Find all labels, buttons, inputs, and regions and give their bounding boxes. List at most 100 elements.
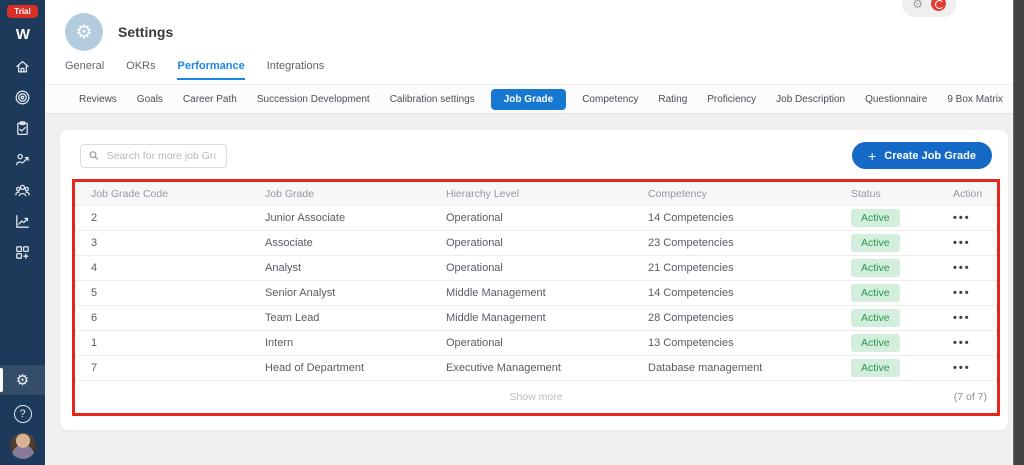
cell-action: ••• bbox=[953, 312, 997, 324]
row-actions-button[interactable]: ••• bbox=[953, 237, 971, 249]
subtab-job-grade[interactable]: Job Grade bbox=[490, 88, 567, 110]
plus-icon: + bbox=[868, 147, 877, 164]
row-actions-button[interactable]: ••• bbox=[953, 337, 971, 349]
cell-competency: Database management bbox=[648, 362, 763, 374]
content-area: + Create Job Grade Job Grade CodeJob Gra… bbox=[45, 114, 1013, 465]
user-avatar[interactable] bbox=[9, 433, 36, 459]
settings-gear-icon[interactable]: ⚙ bbox=[0, 365, 45, 395]
cell-competency: 21 Competencies bbox=[648, 262, 734, 274]
help-icon[interactable]: ? bbox=[13, 405, 32, 423]
tasks-clipboard-icon[interactable] bbox=[14, 120, 31, 137]
cell-hierarchy-level: Operational bbox=[446, 237, 503, 249]
quick-actions-pill[interactable]: ⚙ bbox=[902, 0, 956, 17]
subtab-competency[interactable]: Competency bbox=[572, 94, 648, 105]
row-actions-button[interactable]: ••• bbox=[953, 312, 971, 324]
cell-hierarchy-level: Operational bbox=[446, 212, 503, 224]
trial-badge: Trial bbox=[7, 5, 38, 18]
tab-performance[interactable]: Performance bbox=[177, 60, 245, 80]
cell-job-grade-code: 4 bbox=[91, 262, 98, 274]
table-row: 5 Senior Analyst Middle Management 14 Co… bbox=[75, 280, 997, 305]
cell-job-grade: Intern bbox=[265, 337, 294, 349]
cell-competency: 13 Competencies bbox=[648, 337, 734, 349]
cell-status: Active bbox=[851, 259, 953, 277]
subtab-rating[interactable]: Rating bbox=[648, 94, 697, 105]
cell-status: Active bbox=[851, 309, 953, 327]
cell-status: Active bbox=[851, 234, 953, 252]
subtab-calibration-settings[interactable]: Calibration settings bbox=[380, 94, 485, 105]
create-button-label: Create Job Grade bbox=[884, 149, 976, 162]
subtab-proficiency[interactable]: Proficiency bbox=[697, 94, 766, 105]
subtab-goals[interactable]: Goals bbox=[127, 94, 173, 105]
status-badge: Active bbox=[851, 309, 900, 327]
page-title: Settings bbox=[118, 24, 174, 40]
cell-job-grade: Junior Associate bbox=[265, 212, 346, 224]
tab-integrations[interactable]: Integrations bbox=[267, 60, 324, 80]
cell-job-grade-code: 5 bbox=[91, 287, 98, 299]
search-icon bbox=[89, 151, 99, 160]
subtab-questionnaire[interactable]: Questionnaire bbox=[855, 94, 937, 105]
performance-subtabs: Reviews Goals Career Path Succession Develo… bbox=[45, 84, 1013, 114]
column-header-competency: Competency bbox=[648, 187, 707, 200]
cell-job-grade-code: 3 bbox=[91, 237, 98, 249]
career-growth-icon[interactable] bbox=[14, 151, 31, 168]
cell-job-grade-code: 2 bbox=[91, 212, 98, 224]
subtab-succession-development[interactable]: Succession Development bbox=[247, 94, 380, 105]
analytics-icon[interactable] bbox=[14, 213, 31, 230]
team-icon[interactable] bbox=[14, 182, 31, 199]
search-input[interactable] bbox=[104, 148, 218, 163]
cell-action: ••• bbox=[953, 362, 997, 374]
subtab-career-path[interactable]: Career Path bbox=[173, 94, 247, 105]
row-actions-button[interactable]: ••• bbox=[953, 287, 971, 299]
subtab-9-box-matrix[interactable]: 9 Box Matrix bbox=[937, 94, 1013, 105]
gear-icon[interactable]: ⚙ bbox=[912, 0, 923, 10]
apps-plus-icon[interactable] bbox=[14, 244, 31, 261]
cell-job-grade: Senior Analyst bbox=[265, 287, 336, 299]
red-annotation-box: Job Grade Code Job Grade Hierarchy Level Co… bbox=[72, 179, 1000, 416]
cell-job-grade: Analyst bbox=[265, 262, 302, 274]
tab-okrs[interactable]: OKRs bbox=[126, 60, 155, 80]
title-row: ⚙ Settings bbox=[45, 0, 1013, 51]
row-actions-button[interactable]: ••• bbox=[953, 212, 971, 224]
job-grade-card: + Create Job Grade Job Grade CodeJob Gra… bbox=[60, 130, 1008, 430]
cell-job-grade-code: 6 bbox=[91, 312, 98, 324]
row-actions-button[interactable]: ••• bbox=[953, 262, 971, 274]
cell-hierarchy-level: Operational bbox=[446, 262, 503, 274]
cell-competency: 28 Competencies bbox=[648, 312, 734, 324]
main-tabs: General OKRs Performance Integrations bbox=[45, 51, 1013, 80]
app-window: Trial W ⚙ ? ⚙ ⚙ Settings General OKRs Pe… bbox=[0, 0, 1024, 465]
row-count: (7 of 7) bbox=[953, 391, 987, 403]
status-badge: Active bbox=[851, 359, 900, 377]
show-more-link[interactable]: Show more bbox=[509, 391, 562, 403]
target-icon[interactable] bbox=[14, 89, 31, 106]
cell-hierarchy-level: Middle Management bbox=[446, 312, 546, 324]
table-row: 6 Team Lead Middle Management 28 Compete… bbox=[75, 305, 997, 330]
table-header-row: Job Grade Code Job Grade Hierarchy Level Co… bbox=[75, 182, 997, 205]
card-toolbar: + Create Job Grade bbox=[60, 130, 1008, 178]
row-actions-button[interactable]: ••• bbox=[953, 362, 971, 374]
search-box[interactable] bbox=[80, 143, 227, 168]
cell-hierarchy-level: Middle Management bbox=[446, 287, 546, 299]
cell-job-grade: Associate bbox=[265, 237, 313, 249]
column-header-hierarchy-level: Hierarchy Level bbox=[446, 187, 519, 200]
table-row: 4 Analyst Operational 21 Competencies Ac… bbox=[75, 255, 997, 280]
notification-badge[interactable] bbox=[931, 0, 946, 11]
create-job-grade-button[interactable]: + Create Job Grade bbox=[852, 142, 992, 169]
status-badge: Active bbox=[851, 259, 900, 277]
cell-status: Active bbox=[851, 284, 953, 302]
cell-action: ••• bbox=[953, 262, 997, 274]
column-header-action: Action bbox=[953, 187, 983, 200]
main-area: ⚙ ⚙ Settings General OKRs Performance Integ… bbox=[45, 0, 1013, 465]
home-icon[interactable] bbox=[14, 58, 31, 75]
cell-action: ••• bbox=[953, 237, 997, 249]
cell-hierarchy-level: Operational bbox=[446, 337, 503, 349]
subtab-reviews[interactable]: Reviews bbox=[69, 94, 127, 105]
cell-status: Active bbox=[851, 209, 953, 227]
tab-general[interactable]: General bbox=[65, 60, 104, 80]
status-badge: Active bbox=[851, 334, 900, 352]
sidebar-nav bbox=[14, 58, 31, 261]
cell-status: Active bbox=[851, 359, 953, 377]
status-badge: Active bbox=[851, 234, 900, 252]
subtab-job-description[interactable]: Job Description bbox=[766, 94, 855, 105]
column-header-job-grade-code: Job Grade Code bbox=[91, 187, 169, 200]
table-row: 7 Head of Department Executive Managemen… bbox=[75, 355, 997, 380]
